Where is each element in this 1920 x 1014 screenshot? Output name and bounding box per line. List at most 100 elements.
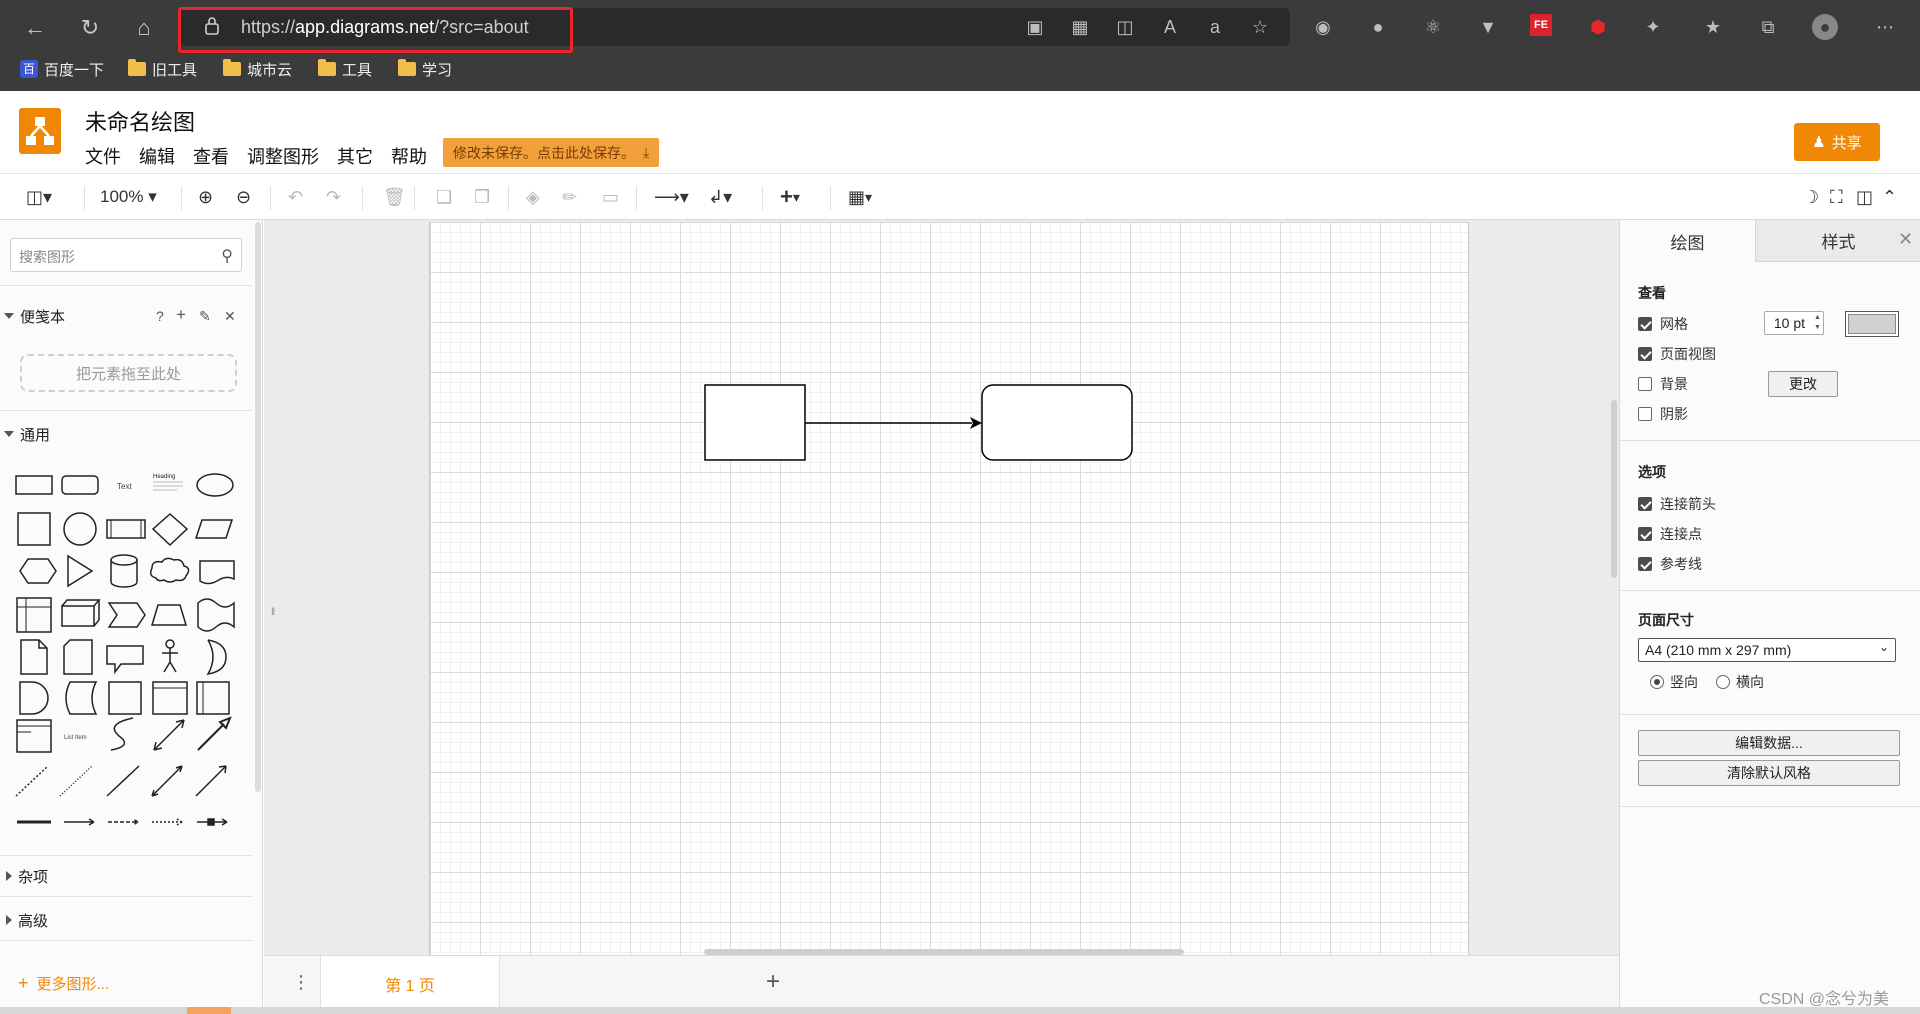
advanced-section-header[interactable]: 高级 [0, 909, 48, 931]
table-icon[interactable]: ▦ ▾ [848, 184, 872, 210]
delete-icon[interactable]: 🗑 [383, 184, 406, 210]
cloud-shape [149, 557, 190, 583]
document-title[interactable]: 未命名绘图 [85, 105, 195, 137]
checkbox-unchecked-icon [1638, 407, 1652, 421]
tab-diagram[interactable]: 绘图 [1620, 220, 1755, 262]
edit-pencil-icon[interactable]: ✎ [199, 308, 211, 325]
portrait-radio[interactable]: 竖向 [1650, 672, 1698, 692]
extensions-puzzle-icon[interactable]: ✦ [1640, 14, 1666, 40]
background-checkbox[interactable]: 背景 [1638, 374, 1688, 394]
reload-icon[interactable]: ↻ [74, 12, 106, 44]
change-background-button[interactable]: 更改 [1768, 371, 1838, 397]
menu-help[interactable]: 帮助 [391, 143, 427, 169]
menu-file[interactable]: 文件 [85, 143, 121, 169]
diamond-shape [151, 512, 189, 547]
edit-data-button[interactable]: 编辑数据... [1638, 730, 1900, 756]
redo-icon[interactable]: ↷ [326, 184, 341, 210]
guides-checkbox[interactable]: 参考线 [1638, 554, 1702, 574]
grid-checkbox[interactable]: 网格 [1638, 314, 1688, 334]
help-icon[interactable]: ? [156, 308, 164, 324]
favorites-icon[interactable]: ★ [1700, 14, 1726, 40]
back-icon[interactable]: ← [19, 12, 51, 44]
rounded-rectangle-node[interactable] [981, 384, 1133, 461]
split-screen-icon[interactable]: ◫ [1112, 14, 1138, 40]
bookmark-folder-city-cloud[interactable]: 城市云 [223, 57, 292, 81]
insert-plus-icon[interactable]: + ▾ [780, 184, 800, 210]
general-shapes-palette[interactable]: Text Heading List Item [12, 460, 252, 830]
general-section-header[interactable]: 通用 [0, 423, 50, 445]
panels-toggle-icon[interactable]: ◫▾ [26, 184, 52, 210]
vue-devtools-icon[interactable]: ▼ [1475, 14, 1501, 40]
zoom-out-icon[interactable]: ⊖ [236, 184, 251, 210]
close-icon[interactable]: ✕ [224, 308, 236, 325]
line-color-icon[interactable]: ✏ [562, 184, 577, 210]
spinner-arrows-icon[interactable]: ▲ ▼ [1812, 313, 1823, 333]
collapse-icon[interactable]: ⌃ [1882, 184, 1897, 210]
dark-mode-icon[interactable]: ☽ [1803, 184, 1819, 210]
connection-arrows-checkbox[interactable]: 连接箭头 [1638, 494, 1716, 514]
scratchpad-header[interactable]: 便笺本 [0, 305, 65, 327]
close-panel-icon[interactable]: ✕ [1898, 229, 1913, 250]
app-available-icon[interactable]: ▣ [1022, 14, 1048, 40]
zoom-dropdown[interactable]: 100% ▾ [100, 184, 157, 210]
menu-view[interactable]: 查看 [193, 143, 229, 169]
bookmark-folder-study[interactable]: 学习 [398, 57, 452, 81]
connection-style-icon[interactable]: ⟶▾ [654, 184, 689, 210]
landscape-radio[interactable]: 横向 [1716, 672, 1764, 692]
scratchpad-drop-zone[interactable]: 把元素拖至此处 [20, 354, 237, 392]
page-area[interactable] [429, 222, 1469, 955]
tab-page-1[interactable]: 第 1 页 [320, 956, 500, 1011]
add-icon[interactable]: + [176, 305, 186, 325]
pages-menu-icon[interactable]: ⋮ [292, 972, 310, 993]
extension-gray-icon[interactable]: ● [1365, 14, 1391, 40]
page-view-checkbox[interactable]: 页面视图 [1638, 344, 1716, 364]
tab-style[interactable]: 样式 [1755, 220, 1920, 262]
unsaved-changes-button[interactable]: 修改未保存。点击此处保存。 ⤓ [443, 138, 660, 167]
bookmark-folder-tools[interactable]: 工具 [318, 57, 372, 81]
to-back-icon[interactable]: ❐ [474, 184, 490, 210]
red-extension-icon[interactable]: ⬢ [1585, 14, 1611, 40]
menu-edit[interactable]: 编辑 [139, 143, 175, 169]
sidebar-scrollbar[interactable] [255, 222, 261, 792]
canvas-vertical-scrollbar[interactable] [1611, 400, 1617, 578]
bookmark-baidu[interactable]: 百百度一下 [20, 57, 104, 81]
paper-size-select[interactable]: A4 (210 mm x 297 mm) ⌄ [1638, 638, 1896, 662]
translate-icon[interactable]: a [1202, 14, 1228, 40]
menu-arrange[interactable]: 调整图形 [247, 143, 319, 169]
profile-avatar-icon[interactable]: ● [1812, 14, 1838, 40]
add-favorite-icon[interactable]: ☆ [1247, 14, 1273, 40]
misc-section-header[interactable]: 杂项 [0, 865, 48, 887]
sidebar-splitter-handle[interactable]: ‖ [271, 607, 275, 618]
fill-color-icon[interactable]: ◈ [526, 184, 540, 210]
add-page-icon[interactable]: + [766, 968, 780, 996]
to-front-icon[interactable]: ❏ [436, 184, 452, 210]
menu-extras[interactable]: 其它 [337, 143, 373, 169]
more-menu-icon[interactable]: ⋯ [1872, 14, 1898, 40]
search-shapes-input[interactable]: 搜索图形 ⚲ [10, 238, 242, 272]
diagram-canvas[interactable] [264, 220, 1619, 955]
undo-icon[interactable]: ↶ [288, 184, 303, 210]
fullscreen-icon[interactable]: ⛶ [1830, 184, 1843, 210]
react-devtools-icon[interactable]: ⚛ [1420, 14, 1446, 40]
grid-color-swatch[interactable] [1845, 311, 1899, 337]
fe-extension-icon[interactable]: FE [1530, 14, 1552, 36]
process-shape [106, 519, 146, 539]
connection-points-checkbox[interactable]: 连接点 [1638, 524, 1702, 544]
share-button[interactable]: ♟ 共享 [1794, 123, 1880, 161]
apps-grid-icon[interactable]: ▦ [1067, 14, 1093, 40]
read-aloud-icon[interactable]: A [1157, 14, 1183, 40]
bookmark-folder-old-tools[interactable]: 旧工具 [128, 57, 197, 81]
collections-icon[interactable]: ⧉ [1755, 14, 1781, 40]
extension-target-icon[interactable]: ◉ [1310, 14, 1336, 40]
folder-icon [398, 59, 416, 76]
shadow-checkbox[interactable]: 阴影 [1638, 404, 1688, 424]
home-icon[interactable]: ⌂ [128, 12, 160, 44]
more-shapes-button[interactable]: + 更多图形... [18, 973, 109, 994]
format-panel-icon[interactable]: ◫ [1856, 184, 1873, 210]
clear-default-style-button[interactable]: 清除默认风格 [1638, 760, 1900, 786]
waypoints-icon[interactable]: ↲▾ [708, 184, 732, 210]
arrow-shape [197, 716, 232, 751]
rectangle-node[interactable] [704, 384, 806, 461]
zoom-in-icon[interactable]: ⊕ [198, 184, 213, 210]
shadow-icon[interactable]: ▭ [602, 184, 619, 210]
